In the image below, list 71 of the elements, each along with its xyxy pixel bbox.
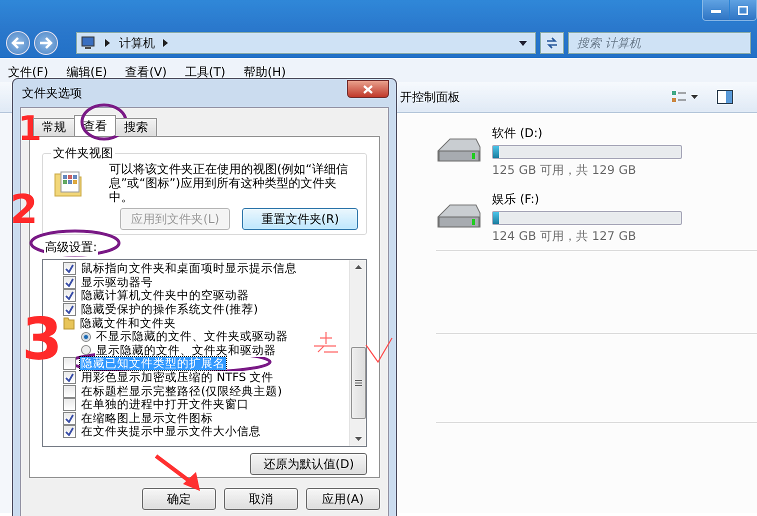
setting-label[interactable]: 显示驱动器号 — [80, 276, 154, 289]
checkbox[interactable] — [63, 262, 76, 276]
chevron-icon — [105, 39, 111, 47]
setting-label[interactable]: 在缩略图上显示文件图标 — [80, 412, 214, 425]
dialog-button[interactable]: 取消 — [224, 488, 298, 510]
group-title: 文件夹视图 — [52, 145, 114, 162]
setting-label[interactable]: 在标题栏显示完整路径(仅限经典主题) — [80, 384, 283, 398]
dropdown-icon — [519, 40, 527, 46]
forward-arrow-icon — [39, 37, 53, 49]
maximize-icon — [738, 6, 748, 14]
description-text: 可以将该文件夹正在使用的视图(例如“详细信息”或“图标”)应用到所有这种类型的文件夹中。 — [109, 162, 349, 204]
view-options-icon[interactable] — [671, 90, 699, 104]
breadcrumb-item[interactable]: 计算机 — [119, 34, 155, 52]
checkmark-drawing — [366, 338, 393, 364]
setting-label[interactable]: 不显示隐藏的文件、文件夹或驱动器 — [95, 330, 289, 344]
menu-item[interactable]: 帮助(H) — [244, 64, 286, 80]
minimize-button[interactable] — [703, 0, 729, 20]
back-arrow-icon — [11, 37, 25, 49]
computer-icon — [81, 36, 97, 50]
checkbox[interactable] — [63, 398, 76, 412]
forward-button[interactable] — [34, 31, 58, 55]
setting-label: 隐藏文件和文件夹 — [79, 316, 177, 330]
handwriting-drawing — [313, 331, 339, 353]
setting-label[interactable]: 鼠标指向文件夹和桌面项时显示提示信息 — [80, 262, 298, 276]
search-field[interactable]: 搜索 计算机 — [568, 32, 751, 54]
refresh-icon — [545, 37, 559, 49]
drive-name[interactable]: 娱乐 (F:) — [492, 191, 682, 208]
folder-view-button[interactable]: 重置文件夹(R) — [242, 208, 358, 230]
scrollbar[interactable] — [349, 260, 366, 446]
menu-item[interactable]: 编辑(E) — [66, 64, 108, 80]
grip-icon[interactable] — [354, 380, 362, 386]
close-icon — [363, 84, 373, 94]
address-bar[interactable]: 计算机 — [76, 32, 536, 54]
radio-button[interactable] — [81, 332, 91, 342]
close-button[interactable] — [347, 80, 389, 98]
arrow-drawing — [154, 454, 200, 491]
checkbox[interactable] — [63, 412, 76, 425]
dialog-title: 文件夹选项 — [22, 84, 82, 102]
toolbar-button[interactable]: 开控制面板 — [400, 88, 460, 106]
preview-pane-icon[interactable] — [717, 90, 733, 104]
scroll-down-icon[interactable] — [354, 437, 362, 441]
annotation-number: 2 — [10, 190, 38, 230]
menu-item[interactable]: 工具(T) — [184, 64, 226, 80]
tab[interactable]: 搜索 — [115, 118, 157, 136]
checkbox[interactable] — [63, 303, 76, 316]
folder-icon — [63, 316, 75, 330]
minimize-icon — [711, 7, 721, 13]
setting-label[interactable]: 隐藏计算机文件夹中的空驱动器 — [80, 289, 250, 302]
chevron-icon — [163, 39, 169, 47]
drive-name[interactable]: 软件 (D:) — [492, 125, 682, 142]
restore-defaults-button[interactable]: 还原为默认值(D) — [250, 453, 367, 475]
setting-label[interactable]: 隐藏受保护的操作系统文件(推荐) — [80, 303, 259, 316]
menu-item[interactable]: 文件(F) — [8, 64, 48, 80]
setting-label[interactable]: 在文件夹提示中显示文件大小信息 — [80, 425, 262, 438]
checkbox[interactable] — [63, 384, 76, 398]
drive-space-text: 124 GB 可用，共 127 GB — [492, 228, 638, 245]
scroll-up-icon[interactable] — [354, 265, 362, 269]
drive-space-text: 125 GB 可用，共 129 GB — [492, 162, 638, 179]
setting-label[interactable]: 用彩色显示加密或压缩的 NTFS 文件 — [80, 371, 275, 384]
back-button[interactable] — [6, 31, 30, 55]
section-title: 高级设置: — [44, 239, 98, 256]
menu-item[interactable]: 查看(V) — [125, 64, 167, 80]
refresh-button[interactable] — [540, 32, 564, 54]
dialog-button[interactable]: 确定 — [142, 488, 216, 510]
maximize-button[interactable] — [730, 0, 756, 20]
checkbox[interactable] — [63, 371, 76, 384]
dialog-button[interactable]: 应用(A) — [306, 488, 380, 510]
checkbox[interactable] — [63, 425, 76, 438]
checkbox[interactable] — [63, 276, 76, 289]
checkbox[interactable] — [63, 289, 76, 302]
tab[interactable]: 常规 — [33, 118, 75, 136]
